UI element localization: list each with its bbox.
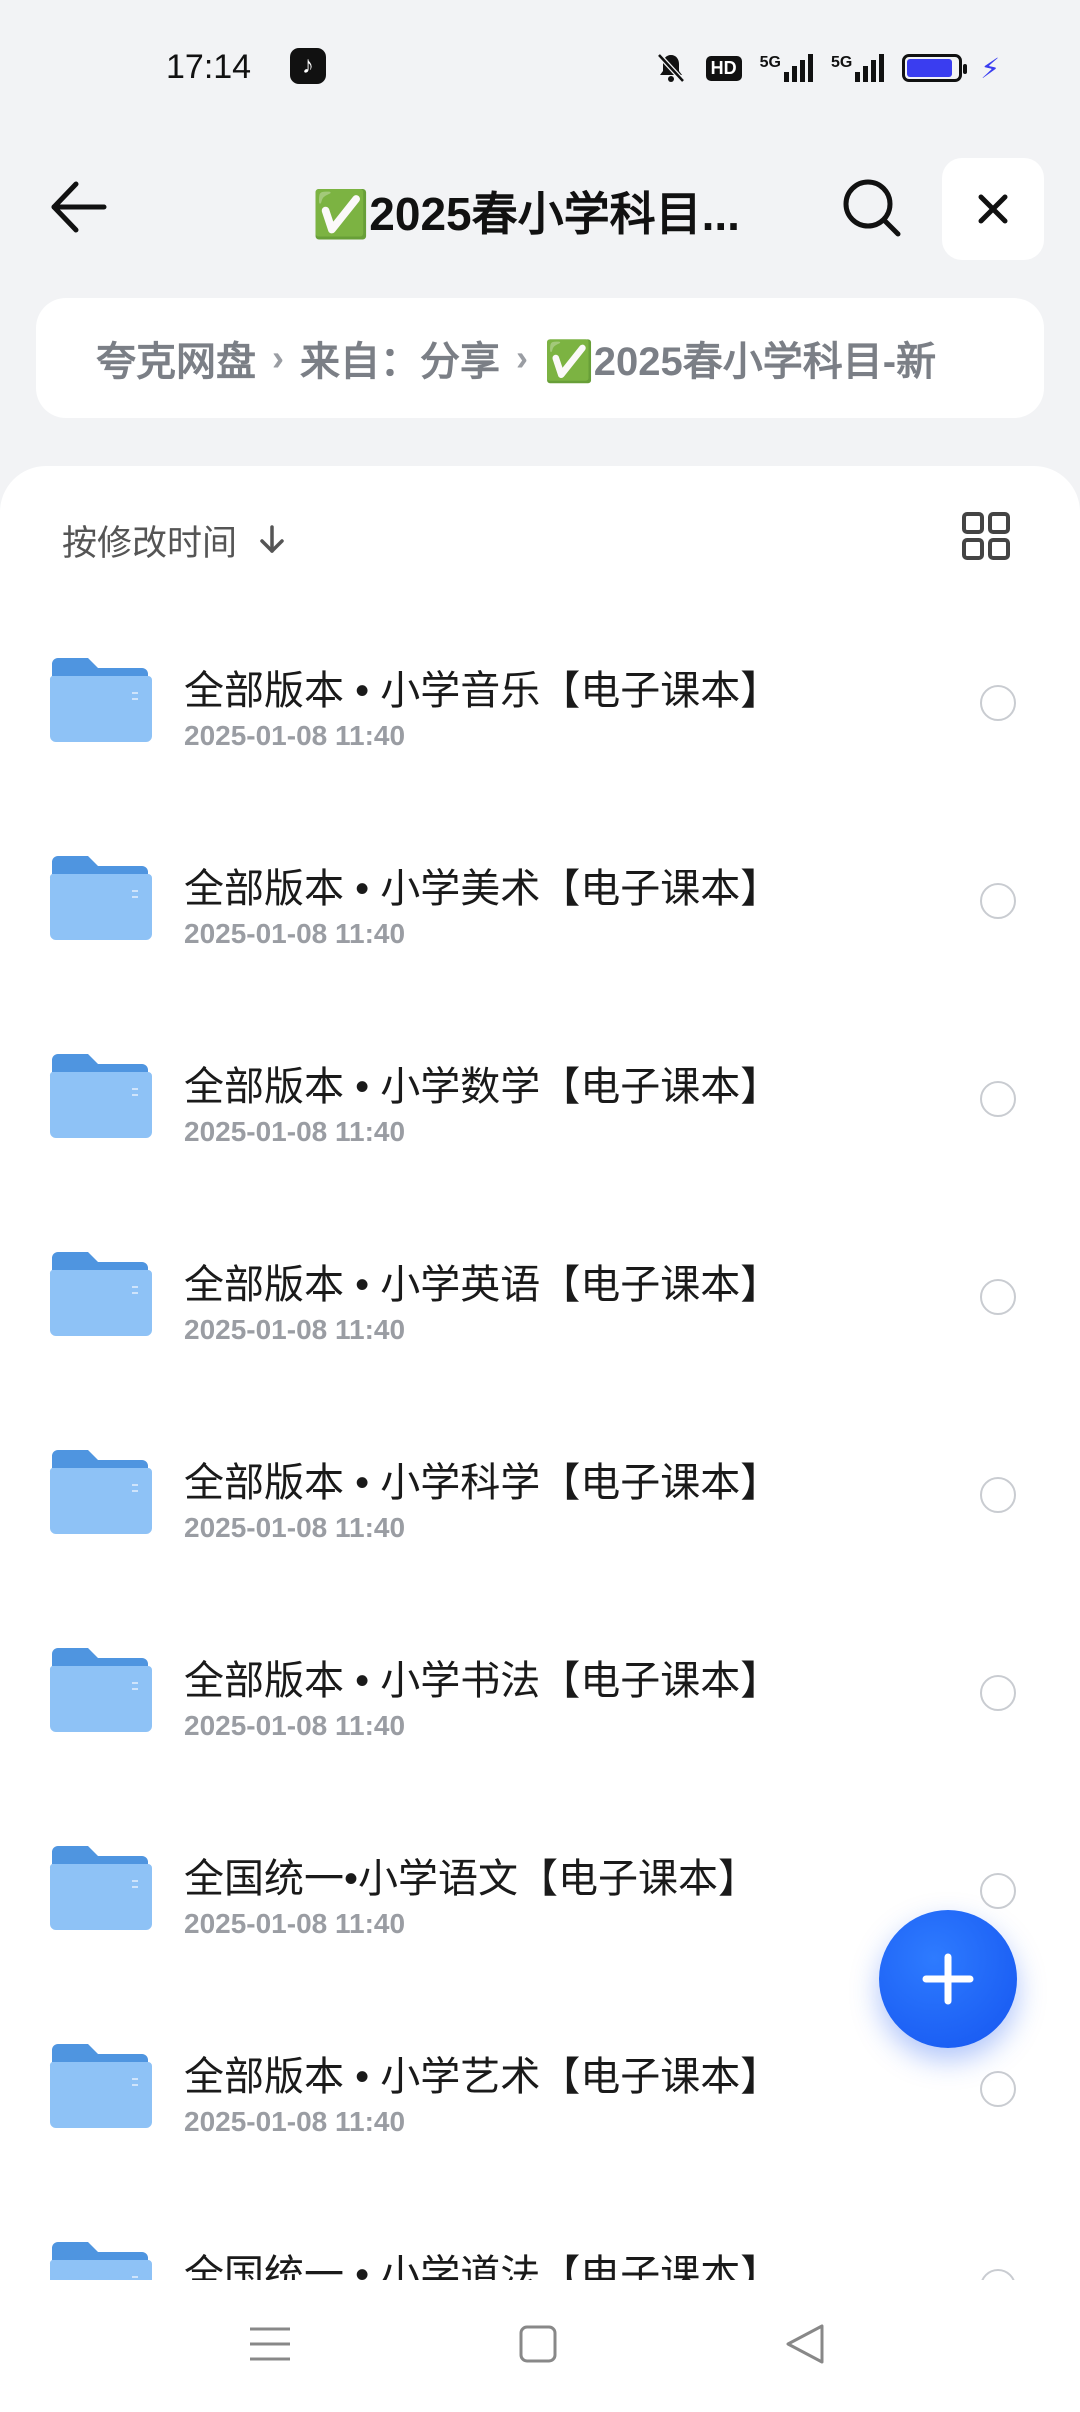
file-date: 2025-01-08 11:40	[184, 1512, 406, 1543]
file-date: 2025-01-08 11:40	[184, 1314, 406, 1345]
select-radio[interactable]	[980, 685, 1016, 721]
file-name: 全部版本 • 小学书法【电子课本】	[184, 1659, 781, 1703]
add-button[interactable]	[879, 1910, 1017, 2048]
breadcrumb-item-root[interactable]: 夸克网盘	[96, 329, 256, 387]
file-date: 2025-01-08 11:40	[184, 1908, 406, 1939]
hd-icon: HD	[705, 55, 742, 81]
close-icon	[978, 194, 1008, 224]
list-item[interactable]: 全部版本 • 小学书法【电子课本】 2025-01-08 11:40	[0, 1606, 1080, 1804]
file-name: 全部版本 • 小学艺术【电子课本】	[184, 2055, 781, 2099]
plus-icon	[922, 1953, 974, 2005]
arrow-down-icon	[260, 525, 284, 553]
grid-view-icon	[962, 512, 1010, 560]
file-name: 全部版本 • 小学数学【电子课本】	[184, 1065, 781, 1109]
select-radio[interactable]	[980, 2071, 1016, 2107]
file-name: 全部版本 • 小学英语【电子课本】	[184, 1263, 781, 1307]
file-date: 2025-01-08 11:40	[184, 2106, 406, 2137]
status-bar: 17:14 ♪ HD 5G 5G ⚡	[0, 0, 1080, 140]
list-item[interactable]: 全部版本 • 小学美术【电子课本】 2025-01-08 11:40	[0, 814, 1080, 1012]
select-radio[interactable]	[980, 883, 1016, 919]
back-triangle-icon[interactable]	[784, 2322, 826, 2366]
select-radio[interactable]	[980, 1081, 1016, 1117]
select-radio[interactable]	[980, 1477, 1016, 1513]
tiktok-icon: ♪	[290, 48, 326, 84]
menu-icon[interactable]	[248, 2324, 292, 2364]
chevron-right-icon: ›	[516, 337, 528, 378]
charging-icon: ⚡	[980, 52, 1000, 84]
folder-icon	[49, 1054, 152, 1138]
grid-view-button[interactable]	[960, 510, 1012, 562]
file-name: 全国统一•小学语文【电子课本】	[184, 1857, 759, 1901]
list-item[interactable]: 全部版本 • 小学英语【电子课本】 2025-01-08 11:40	[0, 1210, 1080, 1408]
breadcrumb: 夸克网盘 › 来自：分享 › ✅2025春小学科目-新	[36, 298, 1044, 418]
breadcrumb-item-share[interactable]: 来自：分享	[300, 329, 500, 387]
header: ✅2025春小学科目...	[0, 150, 1080, 270]
breadcrumb-item-current[interactable]: ✅2025春小学科目-新	[544, 329, 936, 387]
search-icon	[843, 179, 901, 237]
home-square-icon[interactable]	[518, 2324, 558, 2364]
folder-icon	[49, 1846, 152, 1930]
folder-icon	[49, 1450, 152, 1534]
file-date: 2025-01-08 11:40	[184, 1710, 406, 1741]
select-radio[interactable]	[980, 1279, 1016, 1315]
5g-signal-icon: 5G	[760, 54, 813, 82]
folder-icon	[49, 2044, 152, 2128]
file-name: 全部版本 • 小学音乐【电子课本】	[184, 669, 781, 713]
list-item[interactable]: 全部版本 • 小学数学【电子课本】 2025-01-08 11:40	[0, 1012, 1080, 1210]
page-title: ✅2025春小学科目...	[312, 188, 740, 240]
file-name: 全部版本 • 小学美术【电子课本】	[184, 867, 781, 911]
file-list-panel: 按修改时间 全部版本 • 小学音乐【电子课本】 2025-01-08 11:40 全…	[0, 466, 1080, 2412]
status-icons: HD 5G 5G ⚡	[654, 50, 1000, 86]
search-button[interactable]	[836, 172, 906, 242]
back-button[interactable]	[44, 172, 114, 242]
battery-icon	[902, 54, 968, 82]
sort-label: 按修改时间	[62, 523, 238, 563]
file-name: 全部版本 • 小学科学【电子课本】	[184, 1461, 781, 1505]
bell-muted-icon	[656, 53, 685, 83]
folder-icon	[49, 856, 152, 940]
status-time: 17:14	[166, 48, 252, 86]
list-item[interactable]: 全部版本 • 小学科学【电子课本】 2025-01-08 11:40	[0, 1408, 1080, 1606]
file-date: 2025-01-08 11:40	[184, 720, 406, 751]
file-date: 2025-01-08 11:40	[184, 918, 406, 949]
chevron-right-icon: ›	[272, 337, 284, 378]
arrow-left-icon	[51, 181, 107, 233]
list-item[interactable]: 全国统一 • 小学道法【电子课本】2025-01-08 11:40	[0, 2200, 1080, 2292]
list-item[interactable]: 全部版本 • 小学音乐【电子课本】 2025-01-08 11:40	[0, 616, 1080, 814]
select-radio[interactable]	[980, 1675, 1016, 1711]
folder-icon	[49, 658, 152, 742]
system-nav-bar	[0, 2280, 1080, 2412]
folder-icon	[49, 1648, 152, 1732]
select-radio[interactable]	[980, 1873, 1016, 1909]
file-date: 2025-01-08 11:40	[184, 1116, 406, 1147]
sort-button[interactable]: 按修改时间	[62, 510, 289, 570]
close-button[interactable]	[942, 158, 1044, 260]
folder-icon	[49, 1252, 152, 1336]
5g-signal-icon: 5G	[831, 54, 885, 82]
